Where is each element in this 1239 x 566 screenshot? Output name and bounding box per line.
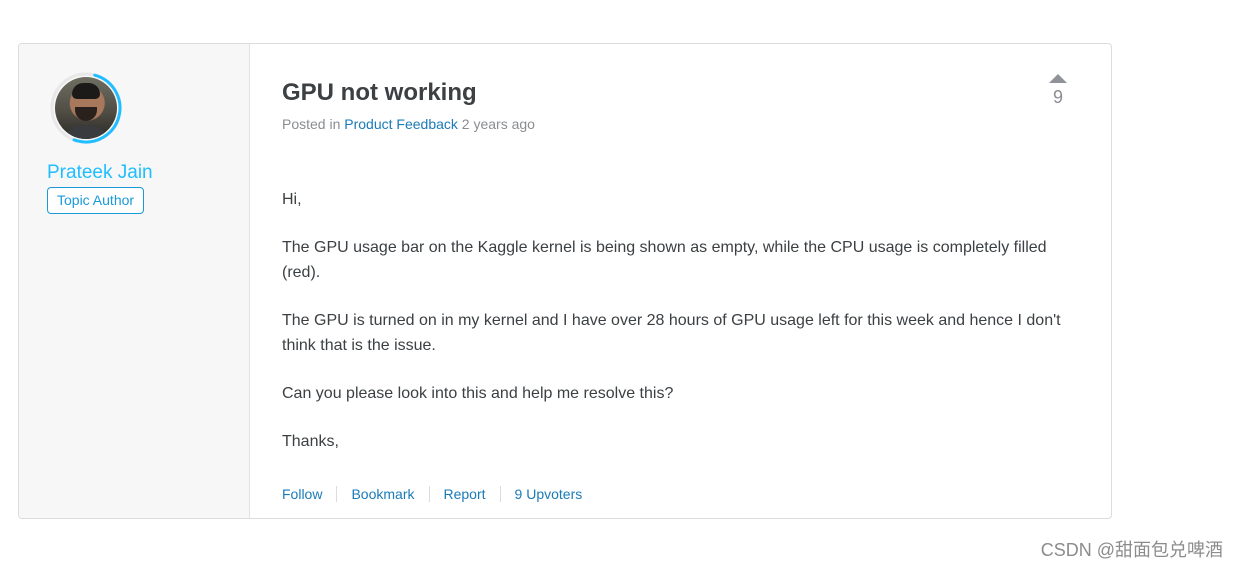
triangle-up-icon[interactable] xyxy=(1049,74,1067,83)
watermark: CSDN @甜面包兑啤酒 xyxy=(1040,540,1223,560)
post-paragraph: The GPU usage bar on the Kaggle kernel i… xyxy=(282,239,1047,281)
author-avatar[interactable] xyxy=(49,71,123,145)
post-title: GPU not working xyxy=(282,79,477,106)
post-paragraph: The GPU is turned on in my kernel and I … xyxy=(282,312,1061,354)
post-paragraph: Can you please look into this and help m… xyxy=(282,385,674,402)
discussion-post-card: Prateek Jain Topic Author GPU not workin… xyxy=(18,43,1112,519)
author-sidebar: Prateek Jain Topic Author xyxy=(19,44,250,518)
post-body: Hi, The GPU usage bar on the Kaggle kern… xyxy=(282,187,1082,477)
follow-button[interactable]: Follow xyxy=(282,486,336,502)
post-actions: Follow Bookmark Report 9 Upvoters xyxy=(282,486,596,502)
bookmark-button[interactable]: Bookmark xyxy=(336,486,428,502)
vote-widget: 9 xyxy=(1044,74,1072,108)
author-name-link[interactable]: Prateek Jain xyxy=(47,162,153,184)
post-paragraph: Hi, xyxy=(282,191,302,208)
post-main: GPU not working Posted in Product Feedba… xyxy=(250,44,1111,518)
topic-author-badge: Topic Author xyxy=(47,187,145,214)
report-button[interactable]: Report xyxy=(428,486,500,502)
upvoters-link[interactable]: 9 Upvoters xyxy=(499,486,597,502)
avatar-photo xyxy=(55,77,117,139)
posted-in-label: Posted in xyxy=(282,116,341,132)
post-meta: Posted in Product Feedback 2 years ago xyxy=(282,116,535,132)
post-paragraph: Thanks, xyxy=(282,433,339,450)
category-link[interactable]: Product Feedback xyxy=(344,116,458,132)
vote-count: 9 xyxy=(1052,87,1063,107)
post-time: 2 years ago xyxy=(461,116,535,132)
